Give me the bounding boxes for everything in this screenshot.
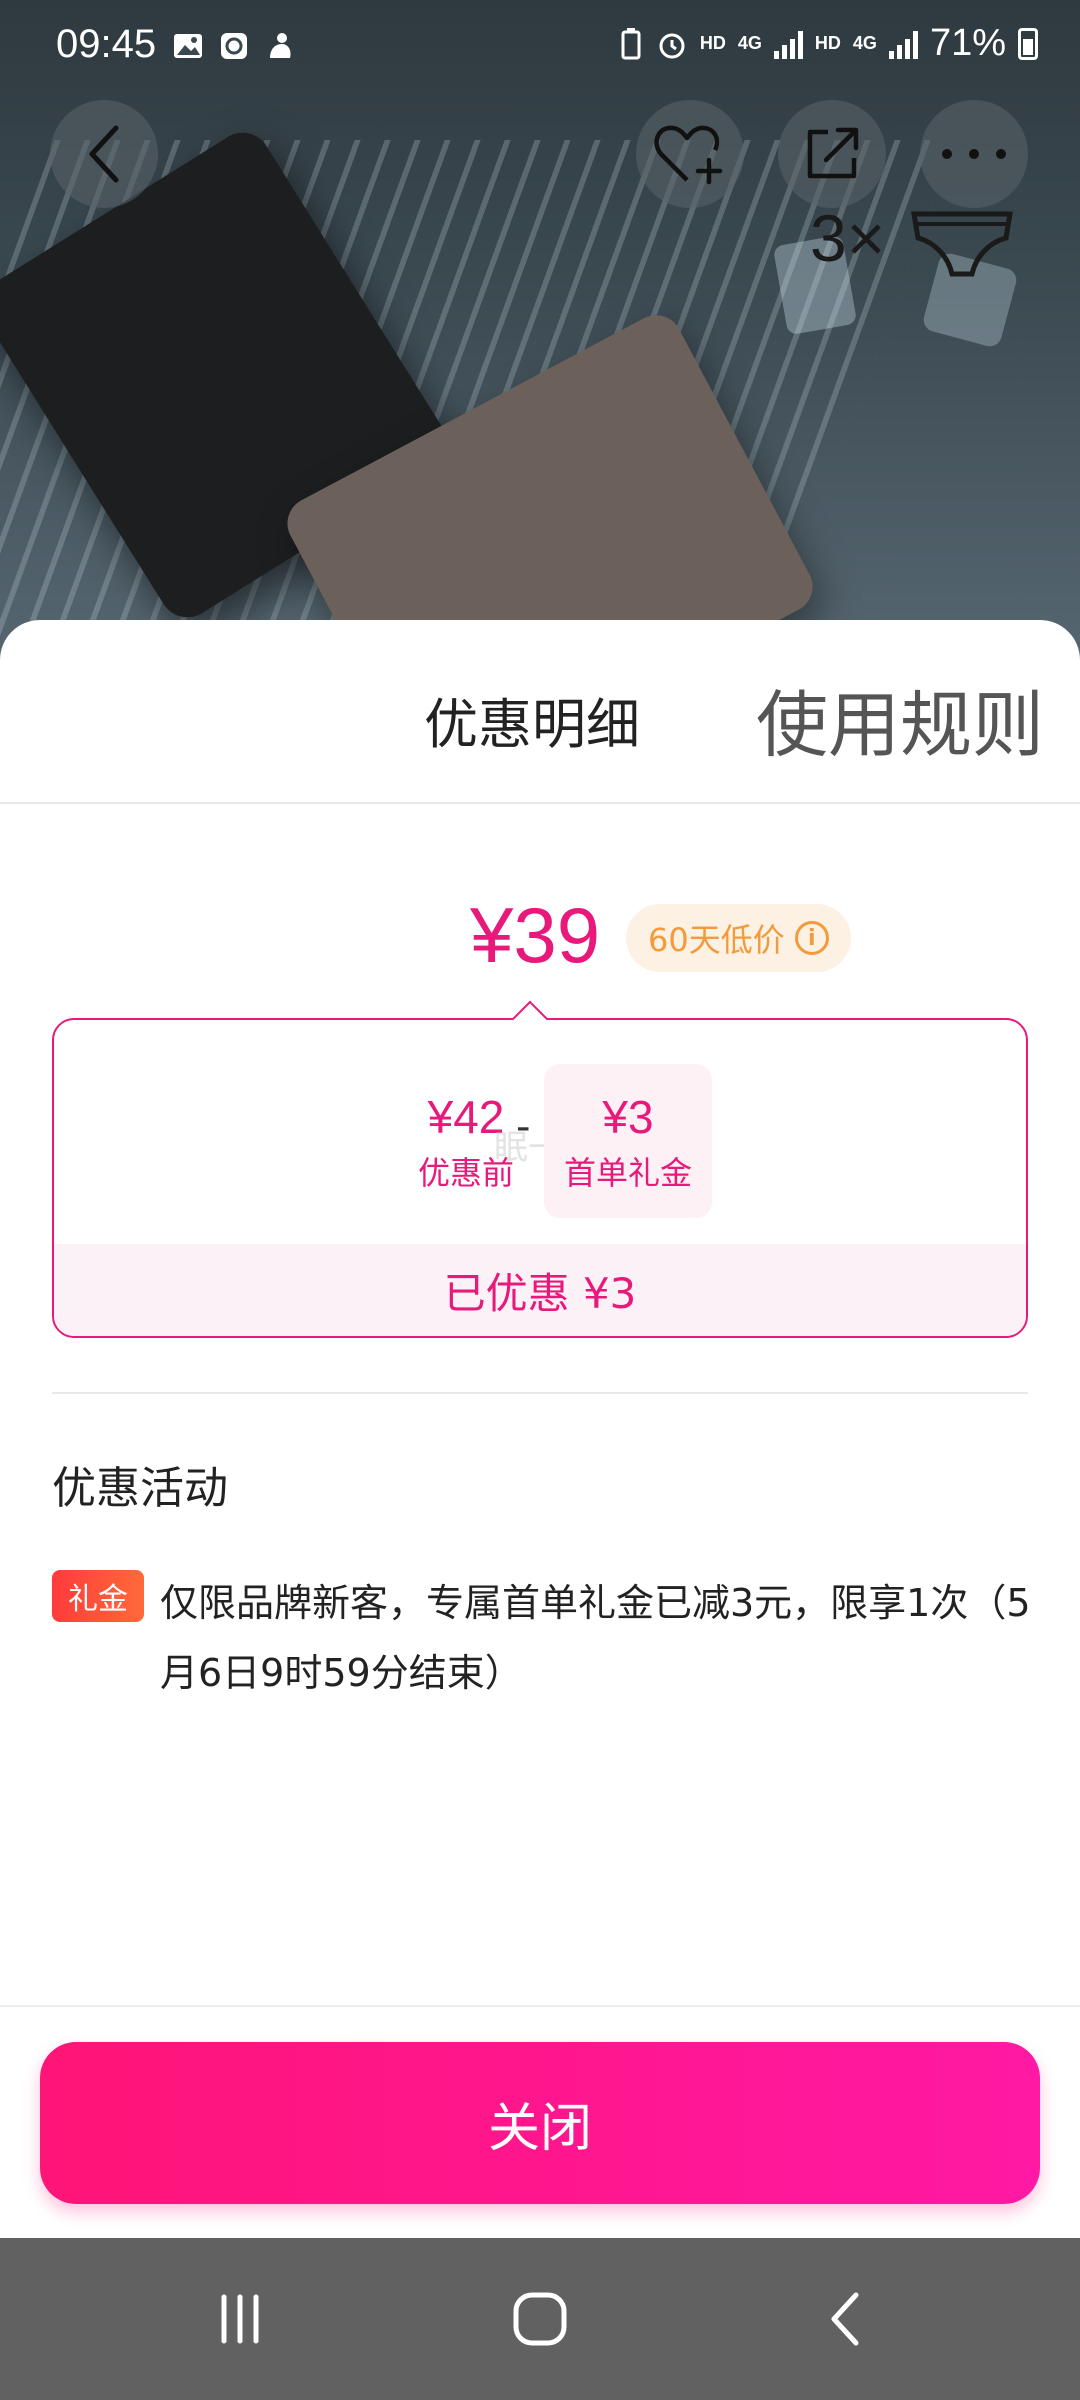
hd-label: HD <box>814 33 841 53</box>
alarm-icon <box>659 33 685 58</box>
home-button[interactable] <box>500 2284 580 2354</box>
battery-icon <box>1018 27 1038 60</box>
back-button[interactable] <box>50 100 158 208</box>
status-bar: 09:45 HD 4G HD 4G 71% <box>0 0 1080 90</box>
activity-description: 仅限品牌新客，专属首单礼金已减3元，限享1次（5月6日9时59分结束） <box>160 1581 1031 1695</box>
tab-usage-rules[interactable]: 使用规则 <box>756 666 1044 771</box>
info-icon: i <box>794 921 829 955</box>
heart-plus-icon <box>654 125 723 185</box>
gift-badge: 礼金 <box>52 1570 144 1622</box>
gift-value: ¥3 <box>602 1091 654 1143</box>
first-order-gift: ¥3 首单礼金 <box>544 1064 712 1218</box>
underwear-icon <box>911 211 1013 277</box>
system-nav-bar <box>0 2238 1080 2400</box>
chevron-left-icon <box>89 125 119 183</box>
saved-amount: 已优惠 ¥3 <box>54 1244 1026 1336</box>
battery-saver-icon <box>621 27 641 59</box>
more-button[interactable] <box>920 100 1028 208</box>
system-back-button[interactable] <box>806 2284 886 2354</box>
network-label: 4G <box>737 33 762 53</box>
gallery-icon <box>174 34 202 58</box>
final-price: ¥39 <box>470 891 601 979</box>
recent-apps-icon <box>221 2294 259 2344</box>
baby-icon <box>270 33 291 58</box>
battery-percent: 71% <box>929 22 1006 64</box>
box-notch <box>511 1000 549 1038</box>
section-title-activities: 优惠活动 <box>52 1463 228 1514</box>
back-arrow-icon <box>831 2292 859 2346</box>
tab-discount-details[interactable]: 优惠明细 <box>424 680 640 759</box>
pack-count-label: 3× <box>810 201 886 275</box>
close-button[interactable]: 关闭 <box>40 2042 1040 2204</box>
app-notification-icon <box>221 33 247 59</box>
status-time: 09:45 <box>56 22 157 66</box>
share-button[interactable] <box>778 100 886 208</box>
more-icon <box>942 149 1006 159</box>
network-label: 4G <box>852 33 877 53</box>
signal-icon <box>773 29 803 59</box>
sheet-tabs: 优惠明细 使用规则 <box>0 620 1080 804</box>
gift-label: 首单礼金 <box>563 1154 692 1192</box>
price-calculation-box: ¥42 优惠前 眠一眠 - ¥3 首单礼金 已优惠 ¥3 <box>52 1000 1028 1338</box>
recent-apps-button[interactable] <box>200 2284 280 2354</box>
home-icon <box>513 2292 567 2346</box>
signal-icon <box>888 29 918 59</box>
favorite-button[interactable] <box>636 100 744 208</box>
footer-divider <box>0 2005 1080 2007</box>
minus-sign: - <box>516 1104 531 1150</box>
share-icon <box>807 127 859 179</box>
product-image: 3× <box>0 0 1080 660</box>
hd-label: HD <box>699 33 726 53</box>
discount-detail-sheet: 优惠明细 使用规则 ¥39 60天低价 i ¥42 优惠前 眠一眠 - ¥3 首… <box>0 620 1080 2237</box>
low-price-tag[interactable]: 60天低价 i <box>626 904 851 972</box>
price-row: ¥39 60天低价 i <box>0 890 1080 1000</box>
low-price-label: 60天低价 <box>648 921 785 959</box>
divider <box>52 1392 1028 1394</box>
status-right: HD 4G HD 4G 71% <box>618 22 1038 65</box>
